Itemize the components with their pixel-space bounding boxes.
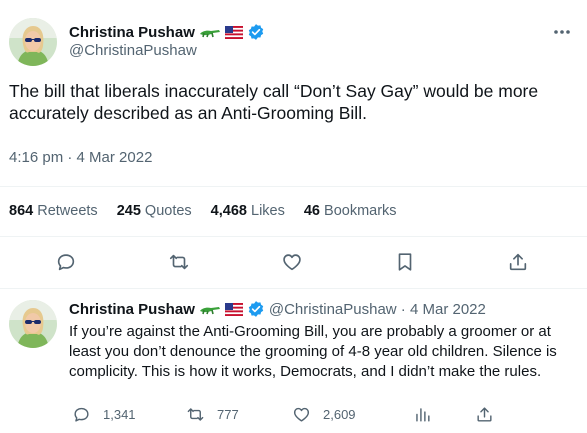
us-flag-emoji xyxy=(224,302,243,316)
reply-like-button[interactable]: 2,609 xyxy=(292,405,356,424)
divider xyxy=(0,288,587,289)
retweets-stat[interactable]: 864 Retweets xyxy=(9,203,98,219)
share-icon xyxy=(477,407,492,422)
reply-author-row: Christina Pushaw @ChristinaPushaw · 4 Ma… xyxy=(69,300,486,318)
bookmark-icon[interactable] xyxy=(394,251,416,273)
retweet-count: 777 xyxy=(217,407,239,422)
engagement-stats: 864 Retweets 245 Quotes 4,468 Likes 46 B… xyxy=(9,203,416,219)
quotes-stat[interactable]: 245 Quotes xyxy=(117,203,192,219)
views-icon xyxy=(416,408,430,422)
quotes-count: 245 xyxy=(116,203,141,219)
retweet-icon xyxy=(187,408,204,421)
retweets-count: 864 xyxy=(9,203,34,219)
bookmarks-stat[interactable]: 46 Bookmarks xyxy=(304,203,397,219)
retweet-icon[interactable] xyxy=(168,251,190,273)
reply-views-button[interactable] xyxy=(413,405,432,424)
reply-author-display-name[interactable]: Christina Pushaw xyxy=(69,301,195,318)
reply-share-button[interactable] xyxy=(475,405,494,424)
avatar[interactable] xyxy=(9,300,57,348)
reply-icon xyxy=(74,407,89,422)
tweet-timestamp[interactable]: 4:16 pm · 4 Mar 2022 xyxy=(9,149,152,166)
reply-icon[interactable] xyxy=(55,251,77,273)
tweet-text: The bill that liberals inaccurately call… xyxy=(9,81,539,123)
verified-badge-icon[interactable] xyxy=(247,23,265,41)
divider xyxy=(0,236,587,237)
like-count: 2,609 xyxy=(323,407,356,422)
reply-retweet-button[interactable]: 777 xyxy=(186,405,239,424)
like-icon xyxy=(293,407,310,422)
reply-count: 1,341 xyxy=(103,407,136,422)
author-display-name[interactable]: Christina Pushaw xyxy=(69,24,195,41)
bookmarks-label: Bookmarks xyxy=(324,203,397,219)
bookmarks-count: 46 xyxy=(303,203,320,219)
us-flag-emoji xyxy=(224,25,243,39)
more-options-icon[interactable] xyxy=(552,22,572,42)
alligator-emoji xyxy=(199,25,221,39)
quotes-label: Quotes xyxy=(144,203,192,219)
reply-reply-button[interactable]: 1,341 xyxy=(72,405,136,424)
author-name-row: Christina Pushaw xyxy=(69,23,265,41)
verified-badge-icon[interactable] xyxy=(247,300,265,318)
retweets-label: Retweets xyxy=(37,203,98,219)
alligator-emoji xyxy=(199,302,221,316)
tweet-action-bar xyxy=(0,244,587,280)
reply-handle-date[interactable]: @ChristinaPushaw · 4 Mar 2022 xyxy=(269,301,486,318)
likes-count: 4,468 xyxy=(210,203,247,219)
likes-label: Likes xyxy=(251,203,285,219)
author-handle[interactable]: @ChristinaPushaw xyxy=(69,42,197,59)
avatar[interactable] xyxy=(9,18,57,66)
author-handle-row: @ChristinaPushaw xyxy=(69,42,197,59)
divider xyxy=(0,186,587,187)
reply-action-bar: 1,341 777 2,609 xyxy=(0,402,587,426)
like-icon[interactable] xyxy=(281,251,303,273)
reply-text: If you’re against the Anti-Grooming Bill… xyxy=(69,323,557,380)
likes-stat[interactable]: 4,468 Likes xyxy=(211,203,285,219)
share-icon[interactable] xyxy=(507,251,529,273)
